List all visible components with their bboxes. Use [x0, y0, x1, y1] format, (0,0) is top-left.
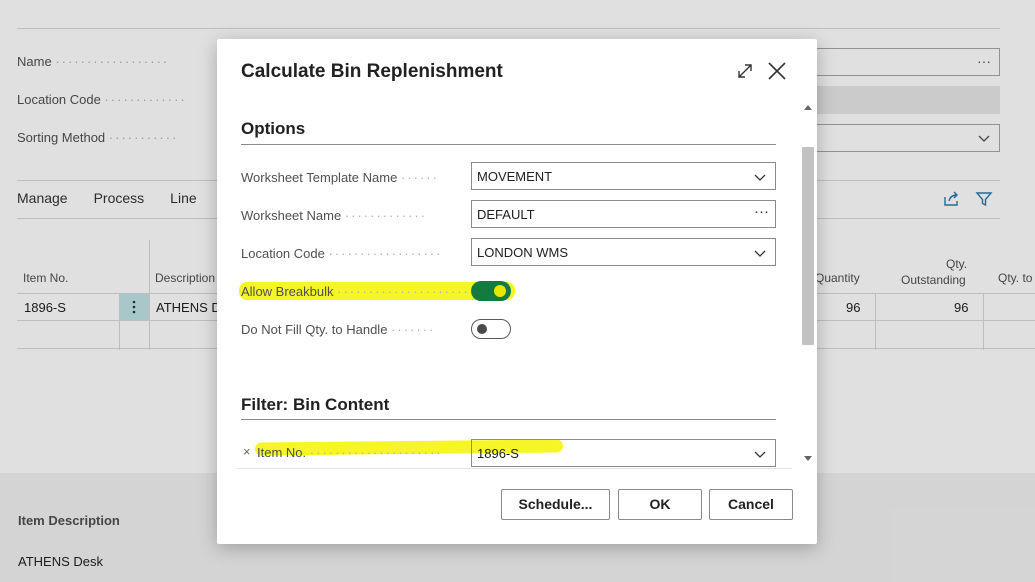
ok-button[interactable]: OK [618, 489, 702, 520]
worksheet-template-value: MOVEMENT [477, 169, 553, 184]
worksheet-name-value: DEFAULT [477, 207, 535, 222]
do-not-fill-toggle[interactable] [471, 319, 511, 339]
options-section-title[interactable]: Options [241, 119, 305, 139]
worksheet-template-select[interactable]: MOVEMENT [471, 162, 776, 190]
filter-section-title[interactable]: Filter: Bin Content [241, 395, 389, 415]
filter-item-no-input[interactable]: 1896-S [471, 439, 776, 467]
dialog-content[interactable]: Options Worksheet Template Name ······ M… [217, 101, 817, 471]
location-code-value: LONDON WMS [477, 245, 568, 260]
close-icon[interactable] [766, 60, 788, 82]
worksheet-name-lookup[interactable]: DEFAULT ··· [471, 200, 776, 228]
scroll-down-arrow-icon[interactable] [804, 456, 812, 461]
chevron-down-icon [754, 451, 766, 458]
dialog-title: Calculate Bin Replenishment [241, 61, 503, 82]
remove-filter-icon[interactable]: × [243, 444, 251, 459]
section-divider [241, 419, 776, 420]
worksheet-name-label: Worksheet Name ············· [241, 208, 428, 223]
dialog-scrollbar[interactable] [801, 101, 815, 469]
chevron-down-icon [754, 174, 766, 181]
toggle-knob [494, 285, 506, 297]
schedule-button[interactable]: Schedule... [501, 489, 610, 520]
ellipsis-icon[interactable]: ··· [754, 203, 769, 220]
allow-breakbulk-toggle[interactable] [471, 281, 511, 301]
expand-icon[interactable] [735, 61, 755, 81]
toggle-knob [477, 324, 487, 334]
do-not-fill-label: Do Not Fill Qty. to Handle ······· [241, 322, 436, 337]
chevron-down-icon [754, 250, 766, 257]
location-code-select[interactable]: LONDON WMS [471, 238, 776, 266]
worksheet-template-label: Worksheet Template Name ······ [241, 170, 439, 185]
cancel-button[interactable]: Cancel [709, 489, 793, 520]
filter-item-no-value: 1896-S [477, 446, 519, 461]
scroll-up-arrow-icon[interactable] [804, 105, 812, 110]
section-divider [241, 144, 776, 145]
calculate-bin-replenishment-dialog: Calculate Bin Replenishment Options Work… [217, 39, 817, 544]
location-code-label: Location Code ·················· [241, 246, 443, 261]
scrollbar-thumb[interactable] [802, 147, 814, 345]
filter-item-no-label: Item No. ····················· [257, 445, 443, 460]
allow-breakbulk-label: Allow Breakbulk ······················· [241, 284, 483, 299]
divider [237, 468, 792, 469]
